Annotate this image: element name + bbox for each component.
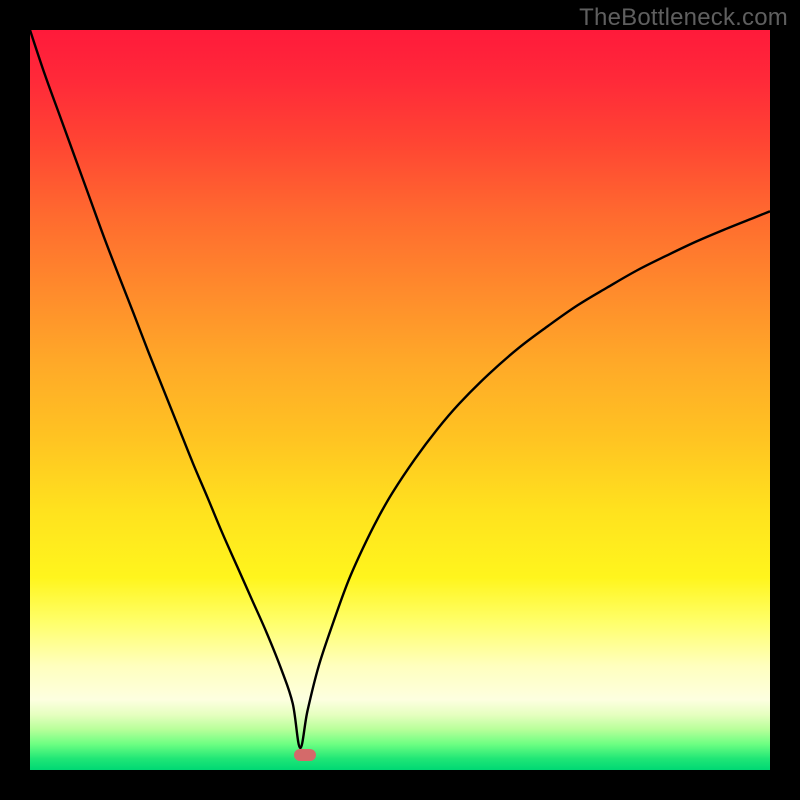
minimum-marker bbox=[294, 749, 316, 761]
curve-layer bbox=[30, 30, 770, 770]
plot-area bbox=[30, 30, 770, 770]
watermark-text: TheBottleneck.com bbox=[579, 4, 788, 32]
bottleneck-curve bbox=[30, 30, 770, 748]
chart-frame: TheBottleneck.com bbox=[0, 0, 800, 800]
